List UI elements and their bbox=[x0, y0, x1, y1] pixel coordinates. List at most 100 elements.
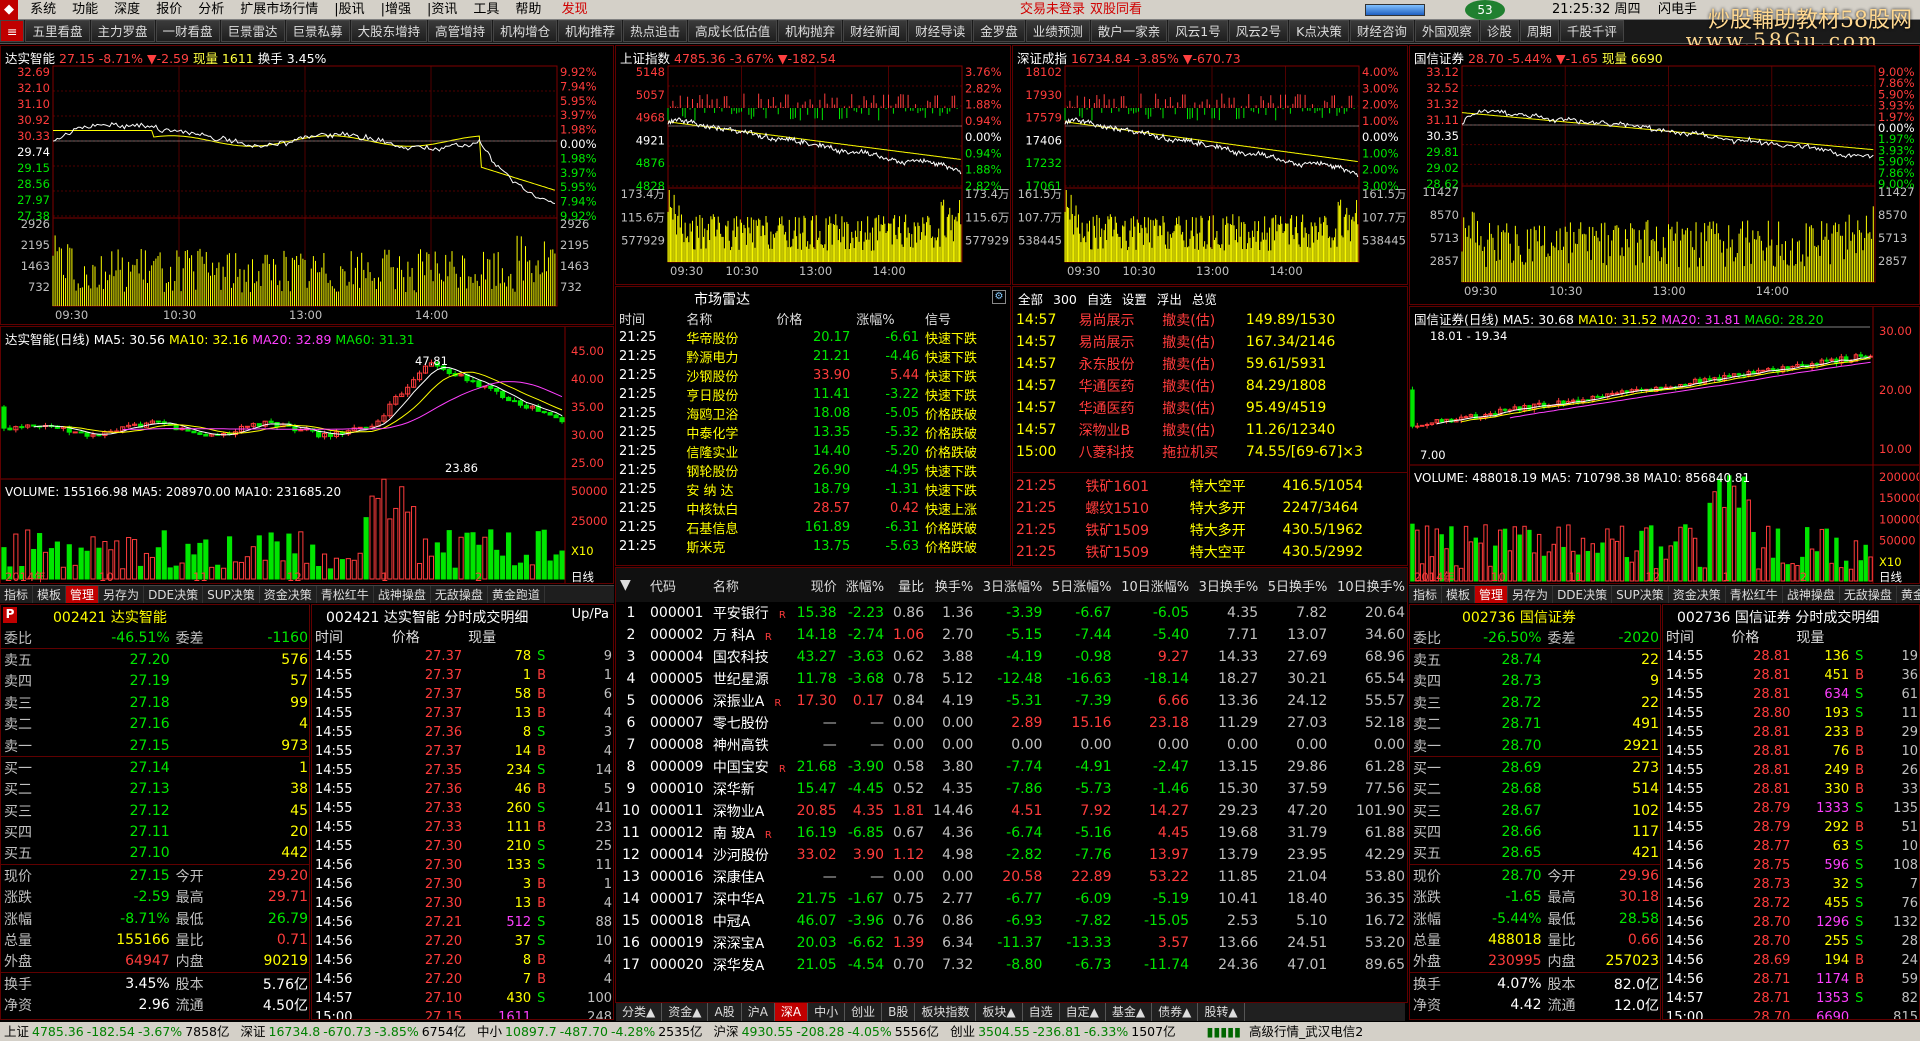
market-tab[interactable]: A股 bbox=[708, 1003, 742, 1021]
grid-header[interactable]: 5日涨幅% bbox=[1046, 568, 1115, 602]
order-book-row[interactable]: 买五 27.10 442 bbox=[1, 843, 309, 865]
status-index[interactable]: 创业 3504.55 -236.81 -6.33% 1507亿 bbox=[946, 1022, 1183, 1041]
order-book-row[interactable]: 卖一 28.70 2921 bbox=[1410, 735, 1660, 757]
order-book-row[interactable]: 卖三 27.18 99 bbox=[1, 692, 309, 714]
indicator-tab-6[interactable]: 资金决策 bbox=[260, 586, 317, 603]
order-book-row[interactable]: 卖二 27.16 4 bbox=[1, 713, 309, 735]
indicator-tab-7[interactable]: 青松红牛 bbox=[1726, 586, 1783, 603]
futures-row[interactable]: 21:25 铁矿1509 特大多开 430.5/1962 bbox=[1013, 519, 1407, 541]
indicator-tab-1[interactable]: 模板 bbox=[33, 586, 67, 603]
tab-4[interactable]: 巨景私募 bbox=[285, 20, 350, 42]
menu-item-3[interactable]: 报价 bbox=[148, 0, 190, 20]
alert-row[interactable]: 14:57 永东股份 撤卖(估) 59.61/5931 bbox=[1013, 353, 1407, 375]
intraday-chart-guoxin[interactable]: 国信证券 28.70 -5.44% ▼-1.65 现量 6690 33.12 32… bbox=[1409, 45, 1920, 305]
indicator-tab-2[interactable]: 管理 bbox=[1475, 586, 1509, 603]
market-tab[interactable]: 自定▲ bbox=[1060, 1003, 1106, 1021]
p-icon[interactable]: P bbox=[3, 607, 17, 623]
order-book-row[interactable]: 买三 27.12 45 bbox=[1, 800, 309, 822]
order-book-row[interactable]: 卖四 28.73 9 bbox=[1410, 670, 1660, 692]
radar-row[interactable]: 21:25 信隆实业 14.40 -5.20 价格跌破 bbox=[616, 442, 1010, 461]
grid-row[interactable]: 4 000005 世纪星源 11.78 -3.68 0.78 5.12 -12.48 -16.6… bbox=[616, 668, 1407, 690]
grid-header[interactable]: 代码 bbox=[646, 568, 709, 602]
menu-item-1[interactable]: 功能 bbox=[64, 0, 106, 20]
radar-row[interactable]: 21:25 安 纳 达 18.79 -1.31 快速下跌 bbox=[616, 480, 1010, 499]
order-book-row[interactable]: 买三 28.67 102 bbox=[1410, 800, 1660, 822]
alert-row[interactable]: 14:57 易尚展示 撤卖(估) 149.89/1530 bbox=[1013, 309, 1407, 331]
grid-header[interactable]: 10日涨幅% bbox=[1116, 568, 1194, 602]
status-index[interactable]: 中小 10897.7 -487.70 -4.28% 2535亿 bbox=[473, 1022, 710, 1041]
futures-row[interactable]: 21:25 铁矿1509 特大空平 430.5/2992 bbox=[1013, 541, 1407, 563]
radar-header[interactable]: 价格 bbox=[773, 309, 853, 328]
order-book-row[interactable]: 买一 27.14 1 bbox=[1, 756, 309, 779]
radar-row[interactable]: 21:25 中核钛白 28.57 0.42 快速上涨 bbox=[616, 499, 1010, 518]
alerts-tab[interactable]: 总览 bbox=[1187, 289, 1222, 308]
radar-row[interactable]: 21:25 钢轮股份 26.90 -4.95 快速下跌 bbox=[616, 461, 1010, 480]
tab-9[interactable]: 热点追击 bbox=[623, 20, 688, 42]
radar-row[interactable]: 21:25 黔源电力 21.21 -4.46 快速下跌 bbox=[616, 347, 1010, 366]
indicator-tab-5[interactable]: SUP决策 bbox=[203, 586, 260, 603]
alerts-tab[interactable]: 自选 bbox=[1082, 289, 1117, 308]
tab-19[interactable]: K点决策 bbox=[1289, 20, 1349, 42]
order-book-row[interactable]: 卖一 27.15 973 bbox=[1, 735, 309, 757]
menu-item-0[interactable]: 系统 bbox=[22, 0, 64, 20]
order-book-row[interactable]: 卖五 28.74 22 bbox=[1410, 648, 1660, 671]
market-tab[interactable]: 深A bbox=[774, 1003, 809, 1021]
market-tab[interactable]: 债券▲ bbox=[1152, 1003, 1199, 1021]
market-tab[interactable]: 沪A bbox=[742, 1003, 775, 1021]
alert-row[interactable]: 14:57 华通医药 撤卖(估) 95.49/4519 bbox=[1013, 397, 1407, 419]
alert-row[interactable]: 14:57 深物业B 撤卖(估) 11.26/12340 bbox=[1013, 419, 1407, 441]
intraday-chart-sz-index[interactable]: 深证成指 16734.84 -3.85% ▼-670.73 18102 17930… bbox=[1012, 45, 1408, 285]
indicator-tab-3[interactable]: 另存为 bbox=[99, 586, 145, 603]
tab-12[interactable]: 财经新闻 bbox=[843, 20, 908, 42]
flash-trade[interactable]: 闪电手 bbox=[1658, 0, 1697, 20]
menu-item-6[interactable]: |股讯 bbox=[326, 0, 372, 20]
tab-11[interactable]: 机构抛弃 bbox=[778, 20, 843, 42]
alerts-tab[interactable]: 全部 bbox=[1013, 289, 1048, 308]
radar-row[interactable]: 21:25 海鸥卫浴 18.08 -5.05 价格跌破 bbox=[616, 404, 1010, 423]
order-book-row[interactable]: 卖二 28.71 491 bbox=[1410, 713, 1660, 735]
grid-row[interactable]: 14 000017 深中华A 21.75 -1.67 0.75 2.77 -6.77 -6.09… bbox=[616, 888, 1407, 910]
tab-0[interactable]: 五里看盘 bbox=[25, 20, 90, 42]
radar-header[interactable]: 信号 bbox=[922, 309, 1010, 328]
menu-item-5[interactable]: 扩展市场行情 bbox=[232, 0, 326, 20]
grid-row[interactable]: 5 000006 深振业A R 17.30 0.17 0.84 4.19 -5.31 -7.39 6… bbox=[616, 690, 1407, 712]
tab-17[interactable]: 风云1号 bbox=[1168, 20, 1228, 42]
tab-10[interactable]: 高成长低估值 bbox=[688, 20, 778, 42]
tab-5[interactable]: 大股东增持 bbox=[350, 20, 428, 42]
order-book-row[interactable]: 买五 28.65 421 bbox=[1410, 843, 1660, 865]
menu-item-10[interactable]: 帮助 bbox=[507, 0, 549, 20]
grid-row[interactable]: 13 000016 深康佳A — — 0.00 0.00 20.58 22.89 53.22 11.… bbox=[616, 866, 1407, 888]
grid-header[interactable]: 3日涨幅% bbox=[977, 568, 1046, 602]
order-book-row[interactable]: 买四 28.66 117 bbox=[1410, 821, 1660, 843]
badge[interactable]: 53 bbox=[1465, 0, 1505, 20]
app-icon[interactable]: ◆ bbox=[0, 0, 18, 20]
radar-row[interactable]: 21:25 斯米克 13.75 -5.63 价格跌破 bbox=[616, 537, 1010, 556]
indicator-tab-8[interactable]: 战神操盘 bbox=[1783, 586, 1840, 603]
tab-16[interactable]: 散户一家亲 bbox=[1090, 20, 1168, 42]
indicator-tab-4[interactable]: DDE决策 bbox=[144, 586, 204, 603]
indicator-tab-3[interactable]: 另存为 bbox=[1508, 586, 1554, 603]
tab-14[interactable]: 金罗盘 bbox=[973, 20, 1025, 42]
grid-header[interactable]: 量比 bbox=[888, 568, 928, 602]
radar-header[interactable]: 时间 bbox=[616, 309, 683, 328]
radar-row[interactable]: 21:25 石基信息 161.89 -6.31 价格跌破 bbox=[616, 518, 1010, 537]
grid-row[interactable]: 16 000019 深深宝A 20.03 -6.62 1.39 6.34 -11.37 -13.… bbox=[616, 932, 1407, 954]
tab-3[interactable]: 巨景雷达 bbox=[220, 20, 285, 42]
menu-item-7[interactable]: |增强 bbox=[373, 0, 419, 20]
alerts-tab[interactable]: 浮出 bbox=[1152, 289, 1187, 308]
grid-row[interactable]: 6 000007 零七股份 — — 0.00 0.00 2.89 15.16 23.18 11.29… bbox=[616, 712, 1407, 734]
order-book-row[interactable]: 卖五 27.20 576 bbox=[1, 648, 309, 671]
market-tab[interactable]: 资金▲ bbox=[662, 1003, 709, 1021]
tab-24[interactable]: 千股千评 bbox=[1559, 20, 1624, 42]
market-tab[interactable]: 板块指数 bbox=[915, 1003, 977, 1021]
kline-chart-guoxin[interactable]: 国信证券(日线) MA5: 30.68 MA10: 31.52 MA20: 31… bbox=[1409, 306, 1920, 584]
indicator-tab-10[interactable]: 黄金跑道 bbox=[1897, 586, 1920, 603]
order-book-row[interactable]: 买二 28.68 514 bbox=[1410, 778, 1660, 800]
alerts-tab[interactable]: 设置 bbox=[1117, 289, 1152, 308]
indicator-tab-2[interactable]: 管理 bbox=[66, 586, 100, 603]
tab-7[interactable]: 机构增仓 bbox=[493, 20, 558, 42]
market-tab[interactable]: 中小 bbox=[808, 1003, 846, 1021]
tab-15[interactable]: 业绩预测 bbox=[1025, 20, 1090, 42]
market-tab[interactable]: 分类▲ bbox=[616, 1003, 663, 1021]
grid-header[interactable]: 涨幅% bbox=[841, 568, 888, 602]
